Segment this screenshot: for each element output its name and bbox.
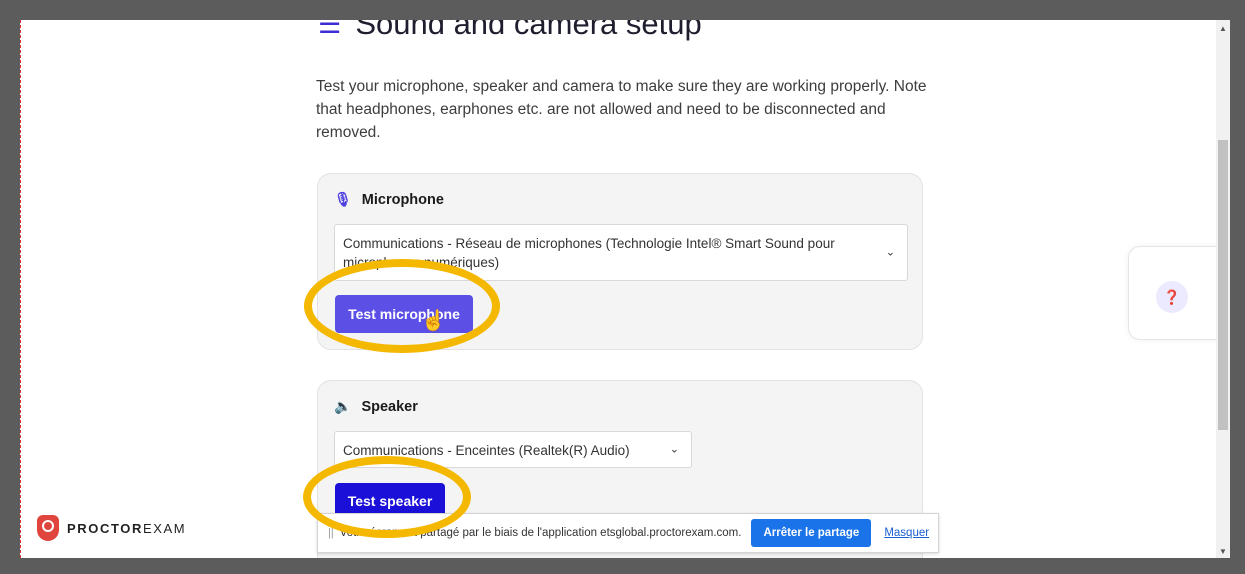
drag-handle-icon[interactable]: ||	[328, 527, 334, 539]
list-icon: ☰	[318, 20, 342, 39]
scroll-thumb[interactable]	[1218, 140, 1228, 430]
speaker-heading-label: Speaker	[361, 398, 418, 415]
scroll-down-icon[interactable]: ▼	[1219, 547, 1227, 556]
speaker-heading: 🔈 Speaker	[334, 398, 418, 415]
chevron-down-icon: ⌄	[885, 246, 895, 258]
page-title: ☰ Sound and camera setup	[318, 20, 702, 46]
intro-text: Test your microphone, speaker and camera…	[316, 78, 927, 141]
microphone-heading-label: Microphone	[361, 191, 444, 208]
browser-viewport: ☰ Sound and camera setup Test your micro…	[20, 20, 1217, 558]
stop-sharing-button[interactable]: Arrêter le partage	[751, 519, 872, 547]
hand-cursor-icon: ☝	[421, 310, 446, 332]
scroll-up-icon[interactable]: ▲	[1219, 24, 1227, 33]
logo-icon	[37, 515, 59, 541]
microphone-icon: 🎙	[334, 191, 352, 207]
highlight-ring-microphone	[304, 259, 500, 353]
vertical-scrollbar[interactable]: ▲ ▼	[1216, 20, 1230, 558]
proctorexam-logo: PROCTOREXAM	[37, 515, 186, 541]
help-icon[interactable]: ❓	[1156, 281, 1188, 313]
chevron-down-icon: ⌄	[669, 443, 679, 455]
speaker-icon: 🔈	[334, 398, 352, 414]
microphone-heading: 🎙 Microphone	[334, 191, 444, 208]
highlight-ring-speaker	[303, 456, 471, 538]
logo-text: PROCTOREXAM	[67, 520, 187, 536]
page-title-text: Sound and camera setup	[355, 20, 702, 41]
hide-link[interactable]: Masquer	[884, 527, 929, 539]
screenshot-frame: ☰ Sound and camera setup Test your micro…	[0, 0, 1245, 574]
help-panel: ❓	[1128, 246, 1217, 340]
